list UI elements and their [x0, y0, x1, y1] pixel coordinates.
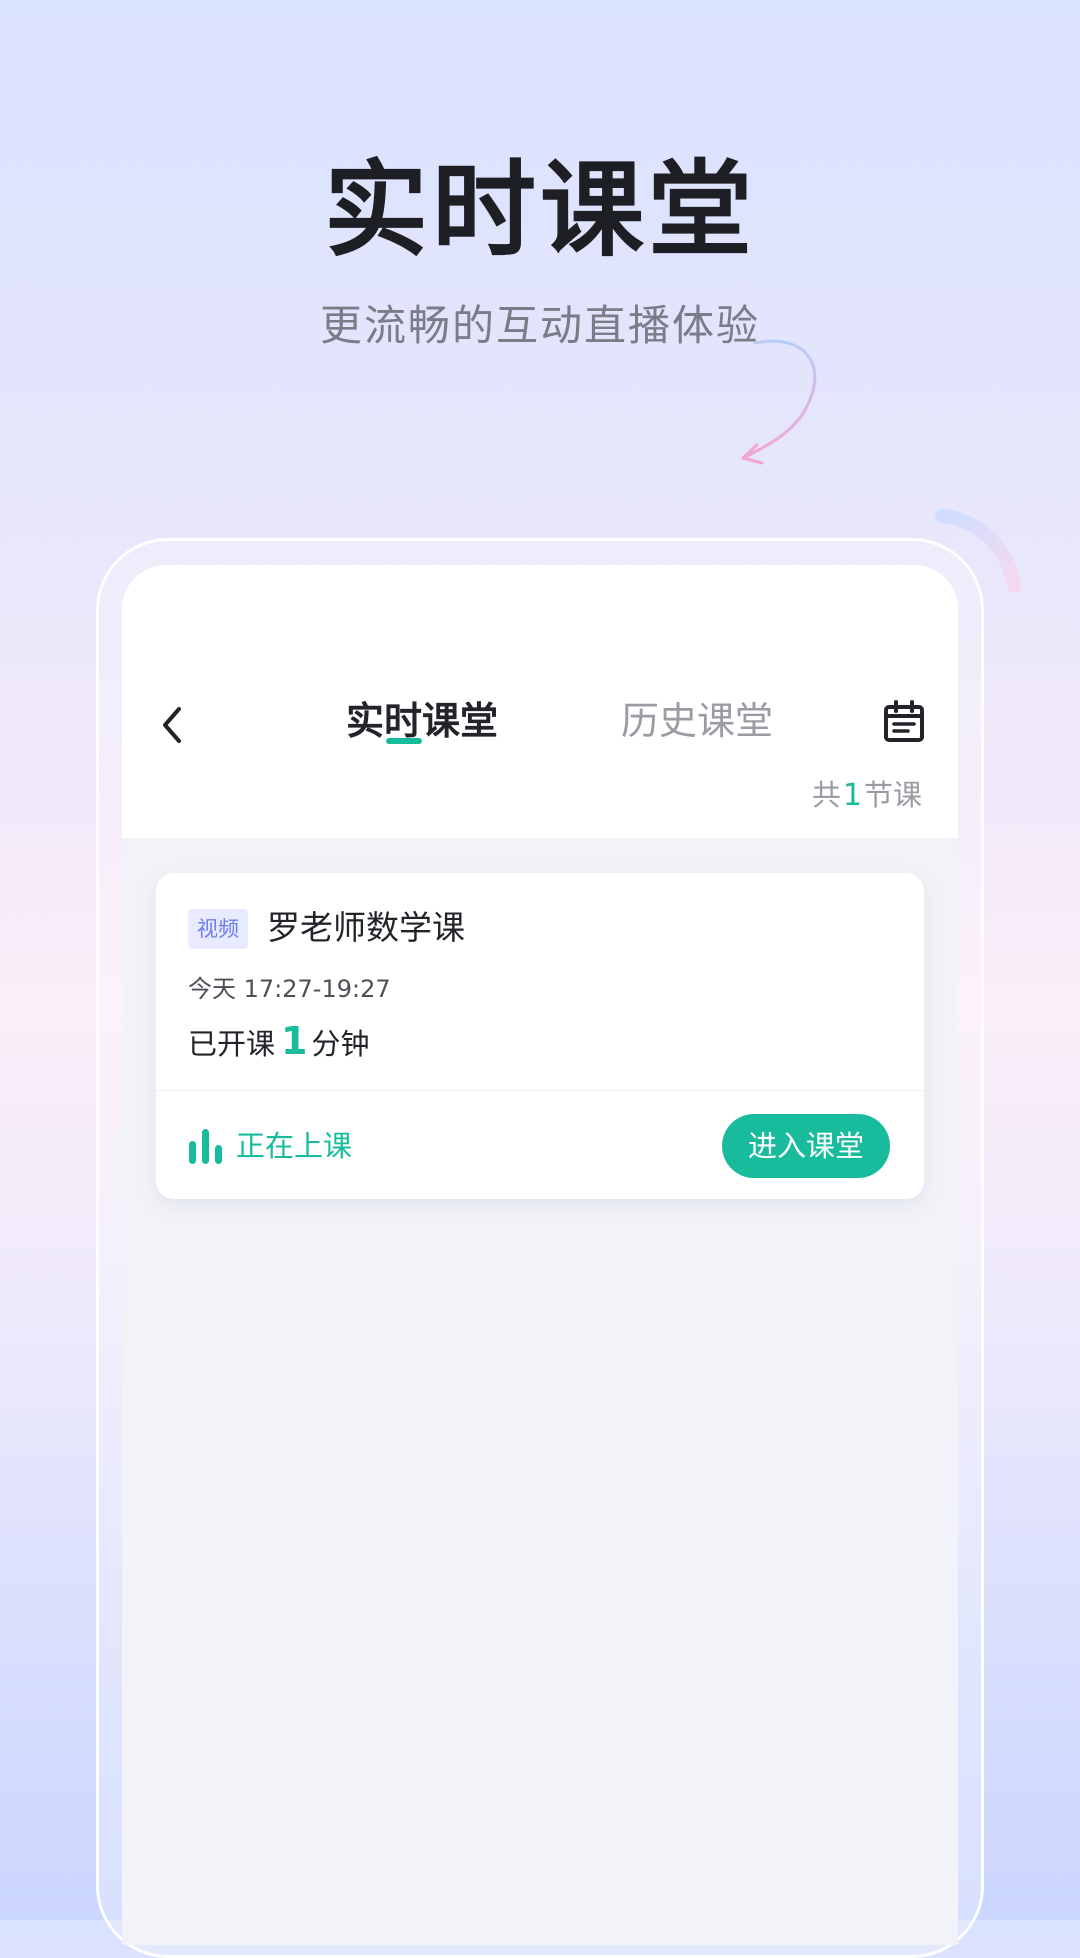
hero-subtitle: 更流畅的互动直播体验 — [319, 301, 760, 350]
tab-history-classroom[interactable]: 历史课堂 — [577, 685, 817, 757]
live-status-label: 正在上课 — [236, 1129, 353, 1163]
card-divider — [156, 1090, 924, 1091]
live-status: 正在上课 — [188, 1125, 352, 1167]
lesson-count-number: 1 — [842, 778, 862, 813]
elapsed-minutes: 1 — [281, 1019, 308, 1063]
hero-title: 实时课堂 — [323, 149, 756, 271]
enter-classroom-button[interactable]: 进入课堂 — [722, 1114, 890, 1178]
calendar-icon — [884, 700, 924, 742]
lesson-count-prefix: 共 — [811, 778, 841, 812]
live-bars-icon — [189, 1129, 222, 1164]
tab-live-classroom[interactable]: 实时课堂 — [302, 685, 542, 757]
lesson-count: 共1节课 — [812, 775, 922, 816]
back-button[interactable] — [142, 685, 202, 765]
course-type-badge: 视频 — [188, 909, 248, 949]
elapsed-time: 已开课 1 分钟 — [188, 1018, 369, 1067]
decorative-arrow-icon — [741, 339, 817, 465]
course-time: 今天 17:27-19:27 — [188, 975, 391, 1003]
app-header: 实时课堂 历史课堂 共1节课 — [122, 565, 958, 838]
elapsed-prefix: 已开课 — [188, 1027, 276, 1061]
phone-screen: 实时课堂 历史课堂 共1节课 视频 罗老师数学课 今天 17:27-19:27 … — [122, 565, 958, 1945]
calendar-button[interactable] — [874, 687, 934, 757]
course-card: 视频 罗老师数学课 今天 17:27-19:27 已开课 1 分钟 正在上课 进入课… — [156, 873, 924, 1199]
course-title: 罗老师数学课 — [267, 908, 465, 947]
lesson-count-suffix: 节课 — [863, 778, 922, 812]
chevron-left-icon — [163, 707, 181, 743]
course-card-info[interactable]: 视频 罗老师数学课 今天 17:27-19:27 已开课 1 分钟 — [156, 873, 924, 1090]
active-tab-indicator — [386, 738, 422, 744]
elapsed-suffix: 分钟 — [311, 1027, 370, 1061]
